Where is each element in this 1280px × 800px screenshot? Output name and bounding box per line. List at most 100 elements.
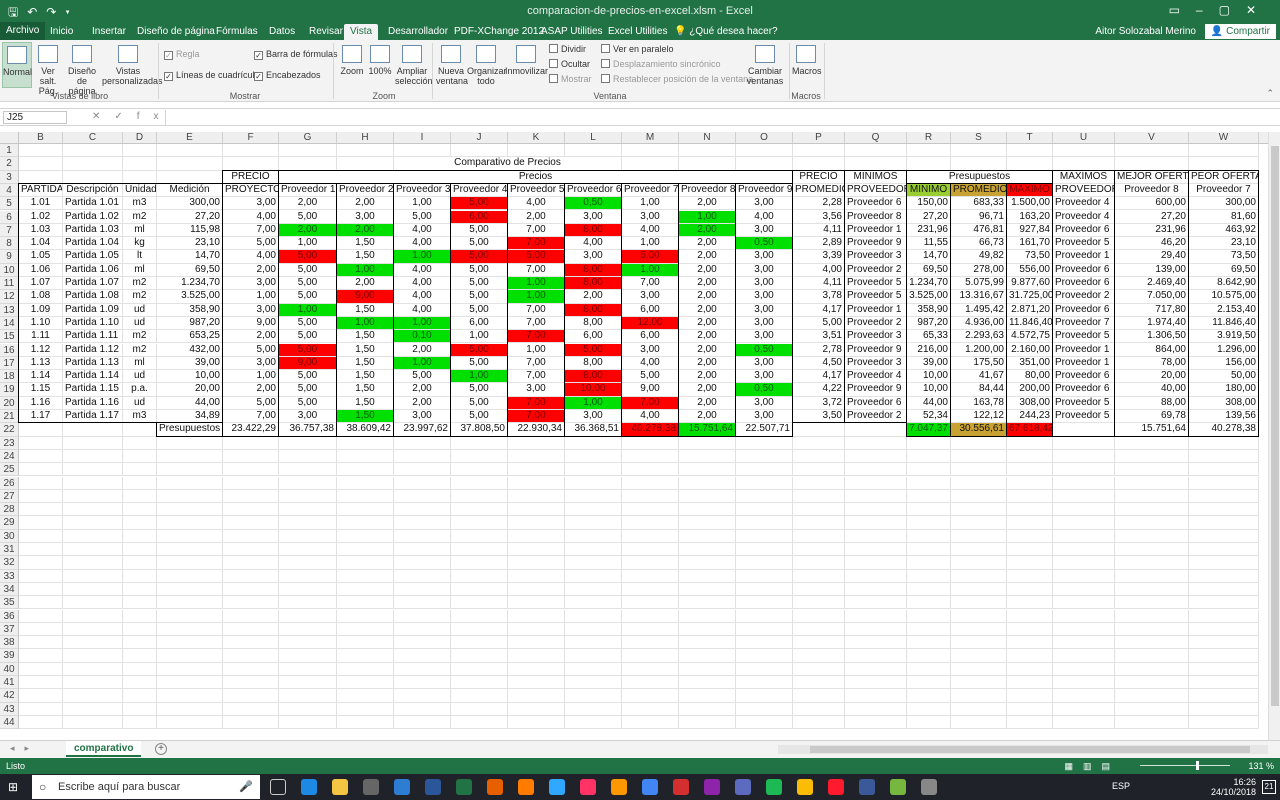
grid-cell[interactable]: [157, 543, 223, 557]
data-cell[interactable]: 3,00: [565, 250, 622, 264]
grid-cell[interactable]: [123, 157, 157, 171]
grid-cell[interactable]: [845, 516, 907, 530]
data-cell[interactable]: 4,00: [622, 410, 679, 424]
grid-cell[interactable]: [63, 423, 123, 437]
column-header[interactable]: O: [736, 132, 793, 144]
data-cell[interactable]: 10.575,00: [1189, 290, 1259, 304]
row-header[interactable]: 4: [0, 183, 19, 198]
data-cell[interactable]: Partida 1.15: [63, 383, 123, 397]
data-cell[interactable]: 69,50: [1189, 263, 1259, 277]
vertical-scrollbar[interactable]: [1268, 132, 1280, 740]
data-cell[interactable]: Partida 1.09: [63, 303, 123, 317]
grid-cell[interactable]: [622, 676, 679, 690]
data-cell[interactable]: 23,10: [1189, 237, 1259, 251]
grid-cell[interactable]: [157, 715, 223, 730]
data-cell[interactable]: 358,90: [907, 303, 951, 317]
grid-cell[interactable]: [845, 689, 907, 703]
grid-cell[interactable]: [793, 516, 845, 530]
data-cell[interactable]: 3,00: [736, 277, 793, 291]
data-cell[interactable]: m3: [123, 197, 157, 211]
grid-cell[interactable]: [907, 715, 951, 730]
grid-cell[interactable]: [679, 144, 736, 158]
grid-cell[interactable]: [565, 622, 622, 637]
grid-cell[interactable]: [565, 476, 622, 490]
formula-bar-icons[interactable]: ✕✓fx: [92, 111, 173, 122]
sheet-tab-comparativo[interactable]: comparativo: [66, 741, 142, 757]
grid-cell[interactable]: [394, 529, 451, 543]
grid-cell[interactable]: [1053, 436, 1115, 450]
grid-cell[interactable]: [845, 489, 907, 504]
grid-cell[interactable]: [279, 503, 337, 517]
data-cell[interactable]: 2,00: [279, 223, 337, 238]
data-cell[interactable]: 84,44: [951, 383, 1007, 397]
grid-cell[interactable]: [793, 715, 845, 730]
sync-scroll-button[interactable]: Desplazamiento sincrónico: [601, 59, 721, 69]
data-cell[interactable]: 2,00: [679, 356, 736, 371]
grid-cell[interactable]: [1007, 715, 1053, 730]
data-cell[interactable]: 9,00: [223, 316, 279, 331]
data-cell[interactable]: Partida 1.14: [63, 370, 123, 384]
data-cell[interactable]: 0,50: [736, 237, 793, 251]
data-cell[interactable]: ud: [123, 396, 157, 410]
data-cell[interactable]: 864,00: [1115, 343, 1189, 357]
grid-cell[interactable]: [157, 449, 223, 464]
grid-cell[interactable]: [1115, 676, 1189, 690]
data-cell[interactable]: 5,00: [451, 237, 508, 251]
grid-cell[interactable]: [451, 676, 508, 690]
grid-cell[interactable]: [337, 144, 394, 158]
data-cell[interactable]: 2,00: [679, 410, 736, 424]
grid-cell[interactable]: [1189, 556, 1259, 570]
grid-cell[interactable]: [63, 569, 123, 583]
grid-cell[interactable]: [736, 582, 793, 597]
grid-cell[interactable]: [1007, 516, 1053, 530]
data-cell[interactable]: 4,17: [793, 370, 845, 384]
data-cell[interactable]: 4,00: [736, 210, 793, 224]
column-header[interactable]: T: [1007, 132, 1053, 144]
grid-cell[interactable]: [451, 622, 508, 637]
grid-cell[interactable]: [951, 503, 1007, 517]
grid-cell[interactable]: [19, 463, 63, 477]
total-peor[interactable]: 40.278,38: [1189, 423, 1259, 437]
grid-cell[interactable]: [337, 662, 394, 676]
grid-cell[interactable]: [793, 157, 845, 171]
data-cell[interactable]: 3,00: [622, 210, 679, 224]
grid-cell[interactable]: [736, 503, 793, 517]
grid-cell[interactable]: [157, 609, 223, 623]
grid-cell[interactable]: [19, 543, 63, 557]
grid-cell[interactable]: [622, 702, 679, 716]
data-cell[interactable]: 4,00: [223, 210, 279, 224]
data-cell[interactable]: 7,00: [223, 223, 279, 238]
total-avg[interactable]: 30.556,61: [951, 423, 1007, 437]
horizontal-scrollbar[interactable]: [778, 745, 1268, 754]
data-cell[interactable]: 5,00: [451, 396, 508, 410]
new-window-button[interactable]: Nueva ventana: [436, 45, 468, 86]
data-cell[interactable]: Proveedor 1: [1053, 343, 1115, 357]
grid-cell[interactable]: [793, 649, 845, 663]
presupuestos-header[interactable]: Presupuestos: [907, 170, 1053, 184]
grid-cell[interactable]: [736, 529, 793, 543]
grid-cell[interactable]: [565, 144, 622, 158]
tab-vista[interactable]: Vista: [344, 24, 379, 40]
grid-cell[interactable]: [451, 529, 508, 543]
grid-cell[interactable]: [279, 436, 337, 450]
settings-gear-icon[interactable]: [921, 779, 937, 795]
grid-cell[interactable]: [157, 463, 223, 477]
illustrator-icon[interactable]: [518, 779, 534, 795]
windows-start-icon[interactable]: ⊞: [8, 780, 22, 794]
grid-cell[interactable]: [793, 622, 845, 637]
data-cell[interactable]: 8,00: [565, 263, 622, 277]
grid-cell[interactable]: [736, 489, 793, 504]
grid-cell[interactable]: [1007, 676, 1053, 690]
data-cell[interactable]: 200,00: [1007, 383, 1053, 397]
data-cell[interactable]: Proveedor 3: [845, 250, 907, 264]
grid-cell[interactable]: [845, 157, 907, 171]
data-cell[interactable]: 9,00: [622, 383, 679, 397]
data-cell[interactable]: 1.306,50: [1115, 330, 1189, 344]
grid-cell[interactable]: [19, 649, 63, 663]
data-cell[interactable]: 1.10: [19, 316, 63, 331]
grid-cell[interactable]: [19, 715, 63, 730]
zoom-selection-button[interactable]: Ampliar selección: [395, 45, 433, 86]
grid-cell[interactable]: [793, 476, 845, 490]
data-cell[interactable]: 308,00: [1007, 396, 1053, 410]
data-cell[interactable]: 69,50: [907, 263, 951, 277]
